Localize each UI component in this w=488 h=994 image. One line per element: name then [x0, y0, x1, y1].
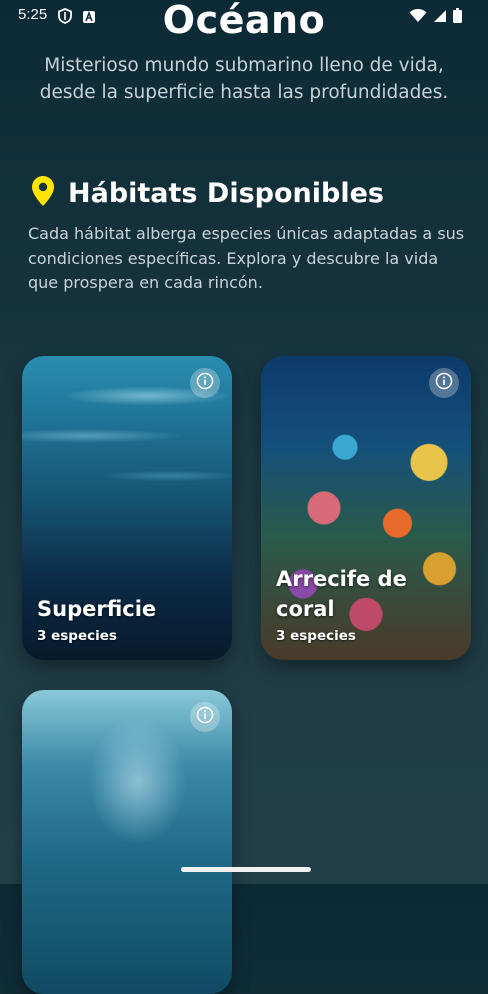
info-icon	[196, 372, 214, 394]
section-description: Cada hábitat alberga especies únicas ada…	[28, 224, 465, 292]
info-icon	[435, 372, 453, 394]
info-icon	[196, 706, 214, 728]
location-pin-icon	[32, 176, 54, 210]
species-count: 3 especies	[276, 628, 356, 644]
section-header: Hábitats Disponibles	[32, 176, 384, 210]
species-count: 3 especies	[37, 628, 117, 644]
habitat-card-arrecife[interactable]: Arrecife de coral 3 especies	[261, 356, 471, 660]
habitat-title: Superficie	[37, 597, 157, 621]
habitat-card-deep[interactable]	[22, 690, 232, 994]
page-subtitle: Misterioso mundo submarino lleno de vida…	[39, 55, 449, 103]
info-button[interactable]	[429, 368, 459, 398]
info-button[interactable]	[190, 702, 220, 732]
habitat-card-superficie[interactable]: Superficie 3 especies	[22, 356, 232, 660]
info-button[interactable]	[190, 368, 220, 398]
page-title: Océano	[162, 0, 326, 42]
section-title: Hábitats Disponibles	[68, 177, 384, 209]
home-indicator[interactable]	[181, 867, 311, 872]
habitat-title: Arrecife de coral	[276, 567, 407, 621]
